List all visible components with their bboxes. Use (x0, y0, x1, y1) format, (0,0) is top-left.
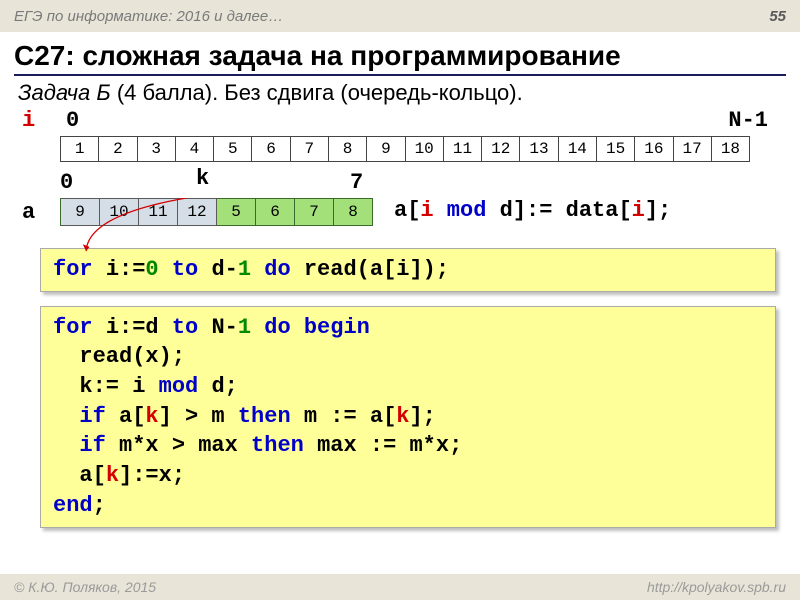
label-i: i (22, 108, 35, 133)
cell: 10 (406, 136, 444, 162)
buffer-cell: 6 (256, 198, 295, 226)
label-0: 0 (66, 108, 79, 133)
cell: 3 (138, 136, 176, 162)
t: max := m*x; (317, 433, 462, 458)
buffer-label-7: 7 (350, 170, 363, 195)
buffer-cell: 7 (295, 198, 334, 226)
t: do (251, 257, 304, 282)
buffer-cell: 5 (217, 198, 256, 226)
t: mod (159, 374, 212, 399)
t: d; (211, 374, 237, 399)
buffer-label-a: a (22, 200, 35, 225)
cell: 2 (99, 136, 137, 162)
header-bar: ЕГЭ по информатике: 2016 и далее… 55 (0, 0, 800, 32)
t: to (172, 315, 212, 340)
t: 1 (238, 315, 251, 340)
cell: 4 (176, 136, 214, 162)
t: i:= (106, 257, 146, 282)
buffer-cell: 9 (60, 198, 100, 226)
cell: 7 (291, 136, 329, 162)
t: m*x > max (119, 433, 251, 458)
t: a[ (394, 198, 420, 223)
t: ]; (409, 404, 435, 429)
t: k (106, 463, 119, 488)
t: i (632, 198, 645, 223)
t: if (53, 404, 119, 429)
task-desc: (4 балла). Без сдвига (очередь-кольцо). (111, 80, 523, 105)
assignment-expr: a[i mod d]:= data[i]; (394, 198, 671, 223)
t: i (420, 198, 433, 223)
t: 1 (238, 257, 251, 282)
cell: 6 (252, 136, 290, 162)
buffer-row: 0 k 7 a 9 10 11 12 5 6 7 8 a[i mod d]:= … (16, 170, 784, 240)
header-left: ЕГЭ по информатике: 2016 и далее… (14, 8, 283, 25)
t: k (145, 404, 158, 429)
t: do begin (251, 315, 370, 340)
t: a[ (53, 463, 106, 488)
cell: 13 (520, 136, 558, 162)
data-cells: 1 2 3 4 5 6 7 8 9 10 11 12 13 14 15 16 1… (60, 136, 750, 162)
cell: 8 (329, 136, 367, 162)
t: mod (434, 198, 500, 223)
t: for (53, 257, 106, 282)
cell: 15 (597, 136, 635, 162)
buffer-cell: 10 (100, 198, 139, 226)
t: k:= i (53, 374, 159, 399)
index-row: i 0 N-1 (22, 108, 784, 136)
t: 0 (145, 257, 158, 282)
t: m := a[ (304, 404, 396, 429)
buffer-label-0: 0 (60, 170, 73, 195)
buffer-label-k: k (196, 166, 209, 191)
footer-left: © К.Ю. Поляков, 2015 (14, 579, 156, 595)
t: a[ (119, 404, 145, 429)
cell: 1 (60, 136, 99, 162)
t: read(a[i]); (304, 257, 449, 282)
slide-title: C27: сложная задача на программирование (14, 40, 786, 76)
t: end (53, 493, 93, 518)
code-block-2: for i:=d to N-1 do begin read(x); k:= i … (40, 306, 776, 528)
footer-right: http://kpolyakov.spb.ru (647, 579, 786, 595)
page-number: 55 (769, 8, 786, 25)
buffer-cell: 12 (178, 198, 217, 226)
cell: 16 (635, 136, 673, 162)
t: read(x); (53, 344, 185, 369)
t: N- (211, 315, 237, 340)
buffer-cells: 9 10 11 12 5 6 7 8 (60, 198, 373, 226)
t: d (500, 198, 513, 223)
t: i:=d (106, 315, 172, 340)
cell: 9 (367, 136, 405, 162)
t: then (251, 433, 317, 458)
slide-subtitle: Задача Б (4 балла). Без сдвига (очередь-… (18, 80, 782, 106)
cell: 17 (674, 136, 712, 162)
t: for (53, 315, 106, 340)
t: ]:=x; (119, 463, 185, 488)
cell: 14 (559, 136, 597, 162)
footer-bar: © К.Ю. Поляков, 2015 http://kpolyakov.sp… (0, 574, 800, 600)
cell: 12 (482, 136, 520, 162)
buffer-cell: 11 (139, 198, 178, 226)
cell: 18 (712, 136, 750, 162)
buffer-cell: 8 (334, 198, 373, 226)
t: then (238, 404, 304, 429)
t: ; (93, 493, 106, 518)
t: k (396, 404, 409, 429)
label-n: N-1 (728, 108, 768, 133)
code-block-1: for i:=0 to d-1 do read(a[i]); (40, 248, 776, 292)
cell: 5 (214, 136, 252, 162)
t: to (159, 257, 212, 282)
t: if (53, 433, 119, 458)
t: ] > m (159, 404, 238, 429)
t: ]:= data[ (513, 198, 632, 223)
cell: 11 (444, 136, 482, 162)
task-name: Задача Б (18, 80, 111, 105)
t: d- (211, 257, 237, 282)
t: ]; (645, 198, 671, 223)
